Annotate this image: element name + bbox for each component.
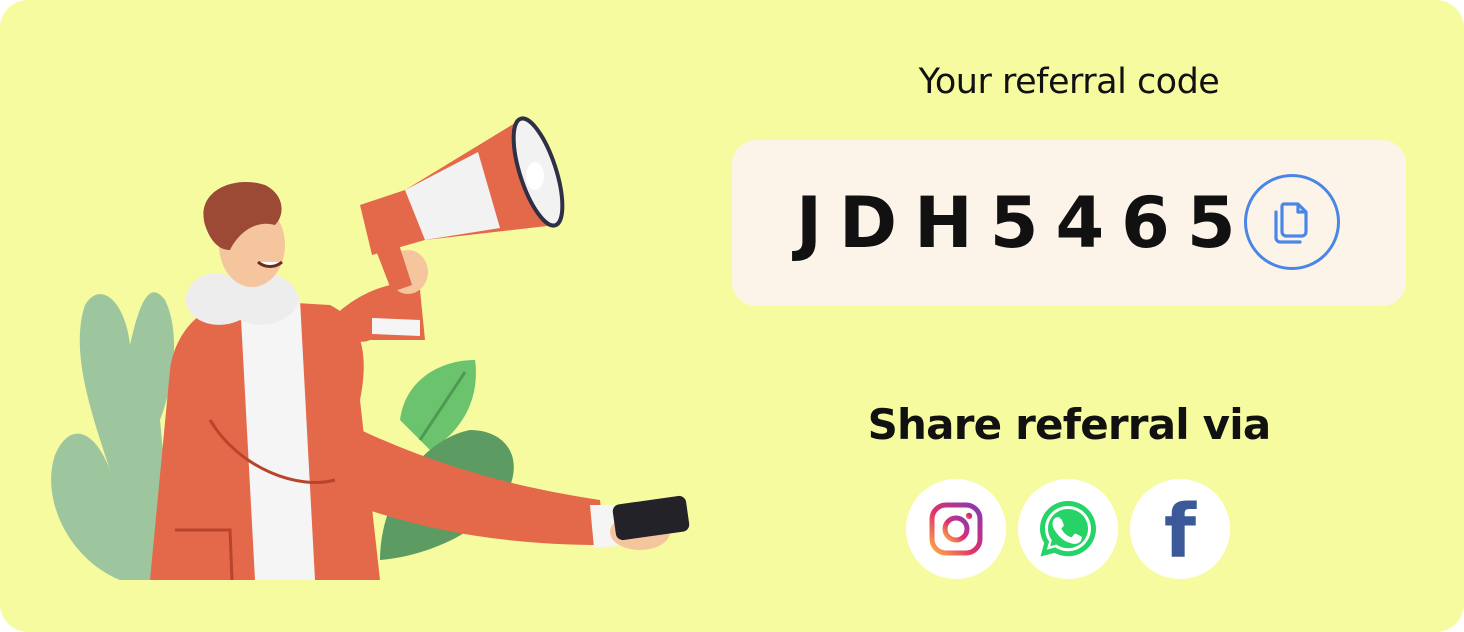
- copy-button[interactable]: [1244, 174, 1340, 270]
- referral-code-value: JDH5465: [796, 182, 1253, 264]
- facebook-share-button[interactable]: f: [1130, 479, 1230, 579]
- social-share-buttons: f: [906, 479, 1236, 579]
- referral-code-box: JDH5465: [732, 140, 1406, 306]
- copy-icon: [1274, 202, 1308, 244]
- share-heading: Share referral via: [867, 400, 1272, 449]
- referral-card: Your referral code JDH5465 Share referra…: [0, 0, 1464, 632]
- referral-code-heading: Your referral code: [918, 62, 1220, 102]
- megaphone-person-illustration: [51, 116, 690, 581]
- whatsapp-share-button[interactable]: [1018, 479, 1118, 579]
- megaphone-inner: [526, 162, 544, 190]
- facebook-icon: f: [1163, 489, 1197, 575]
- referral-panel: Your referral code JDH5465 Share referra…: [732, 0, 1406, 632]
- instagram-icon: [929, 502, 983, 556]
- raised-arm-cuff: [372, 318, 420, 336]
- phone-icon: [612, 495, 690, 541]
- smile: [257, 260, 283, 268]
- instagram-share-button[interactable]: [906, 479, 1006, 579]
- whatsapp-icon: [1040, 501, 1096, 557]
